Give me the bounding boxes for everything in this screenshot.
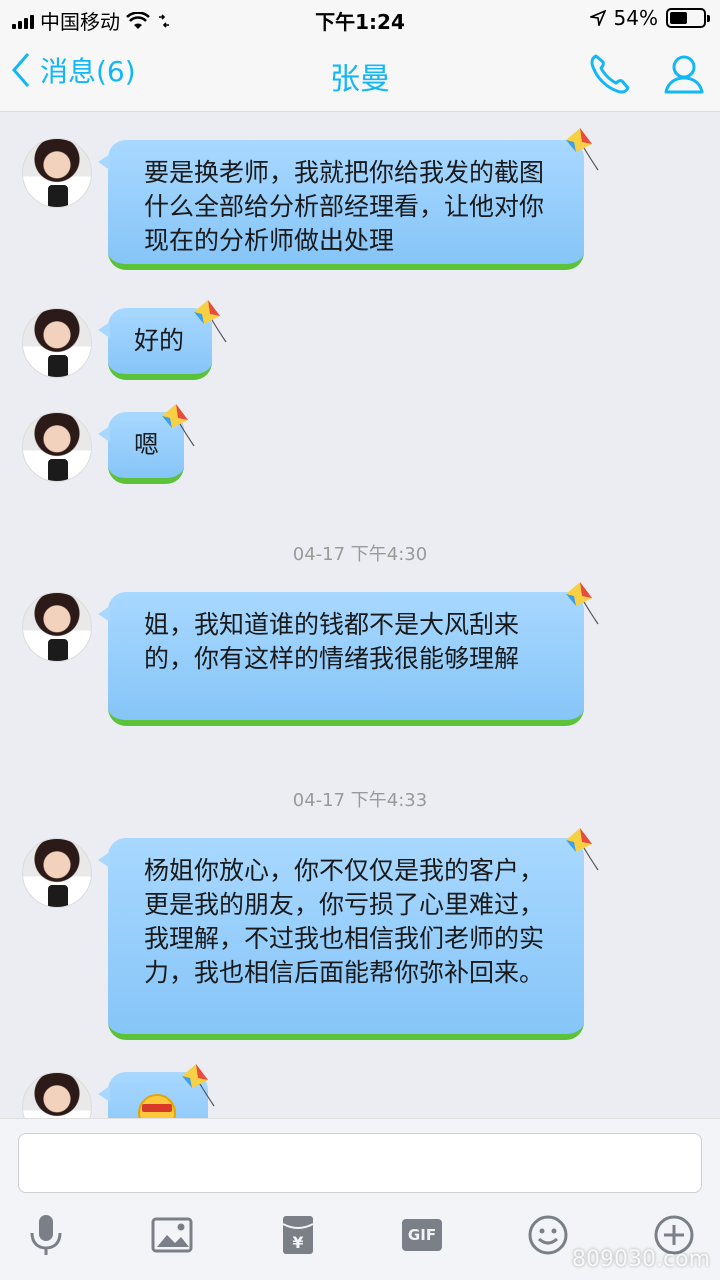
message-input[interactable] (18, 1133, 702, 1193)
message-bubble[interactable]: 要是换老师，我就把你给我发的截图什么全部给分析部经理看，让他对你现在的分析师做出… (98, 140, 584, 270)
message-text: 嗯 (134, 430, 160, 459)
message-text: 要是换老师，我就把你给我发的截图什么全部给分析部经理看，让他对你现在的分析师做出… (144, 158, 545, 255)
battery-percent: 54% (613, 6, 658, 30)
emoji-button[interactable] (524, 1211, 572, 1259)
kite-icon (566, 828, 599, 871)
contact-avatar[interactable] (22, 412, 92, 482)
kite-icon (182, 1064, 215, 1107)
kite-icon (162, 404, 195, 447)
message-text: 杨姐你放心，你不仅仅是我的客户，更是我的朋友，你亏损了心里难过，我理解，不过我也… (144, 856, 545, 987)
timestamp: 04-17 下午4:30 (292, 544, 428, 565)
contact-avatar[interactable] (22, 838, 92, 908)
gif-label: GIF (407, 1226, 437, 1244)
call-button[interactable] (586, 50, 634, 102)
contact-avatar[interactable] (22, 592, 92, 662)
image-icon (151, 1217, 193, 1253)
gif-icon: GIF (402, 1219, 442, 1251)
image-button[interactable] (148, 1211, 196, 1259)
red-packet-button[interactable]: ¥ (274, 1211, 322, 1259)
kite-icon (194, 300, 227, 343)
svg-text:¥: ¥ (292, 1233, 303, 1252)
message-text: 好的 (134, 326, 185, 355)
message-bubble[interactable]: 杨姐你放心，你不仅仅是我的客户，更是我的朋友，你亏损了心里难过，我理解，不过我也… (98, 838, 584, 1040)
kite-icon (566, 582, 599, 625)
input-area: ¥ GIF 809030.com (0, 1118, 720, 1280)
chat-area[interactable]: 要是换老师，我就把你给我发的截图什么全部给分析部经理看，让他对你现在的分析师做出… (0, 112, 720, 1118)
gif-button[interactable]: GIF (398, 1211, 446, 1259)
contact-avatar[interactable] (22, 138, 92, 208)
profile-button[interactable] (660, 50, 708, 102)
status-bar: 中国移动 下午1:24 54% (0, 0, 720, 36)
status-right: 54% (589, 6, 710, 30)
contact-avatar[interactable] (22, 1072, 92, 1118)
person-icon (664, 55, 704, 94)
location-arrow-icon (589, 10, 606, 26)
microphone-icon (30, 1215, 62, 1255)
voice-button[interactable] (22, 1211, 70, 1259)
message-text: 姐，我知道谁的钱都不是大风刮来的，你有这样的情绪我很能够理解 (144, 610, 520, 673)
kite-icon (566, 128, 599, 171)
smiley-icon (528, 1215, 568, 1255)
timestamp: 04-17 下午4:33 (292, 790, 428, 811)
red-packet-icon: ¥ (282, 1216, 314, 1254)
battery-icon (666, 8, 710, 28)
nav-bar: 消息(6) 张曼 (0, 36, 720, 112)
watermark: 809030.com (572, 1247, 710, 1272)
message-bubble[interactable]: 姐，我知道谁的钱都不是大风刮来的，你有这样的情绪我很能够理解 (98, 592, 584, 726)
contact-avatar[interactable] (22, 308, 92, 378)
phone-icon (590, 54, 630, 94)
battery-fill (670, 12, 688, 24)
